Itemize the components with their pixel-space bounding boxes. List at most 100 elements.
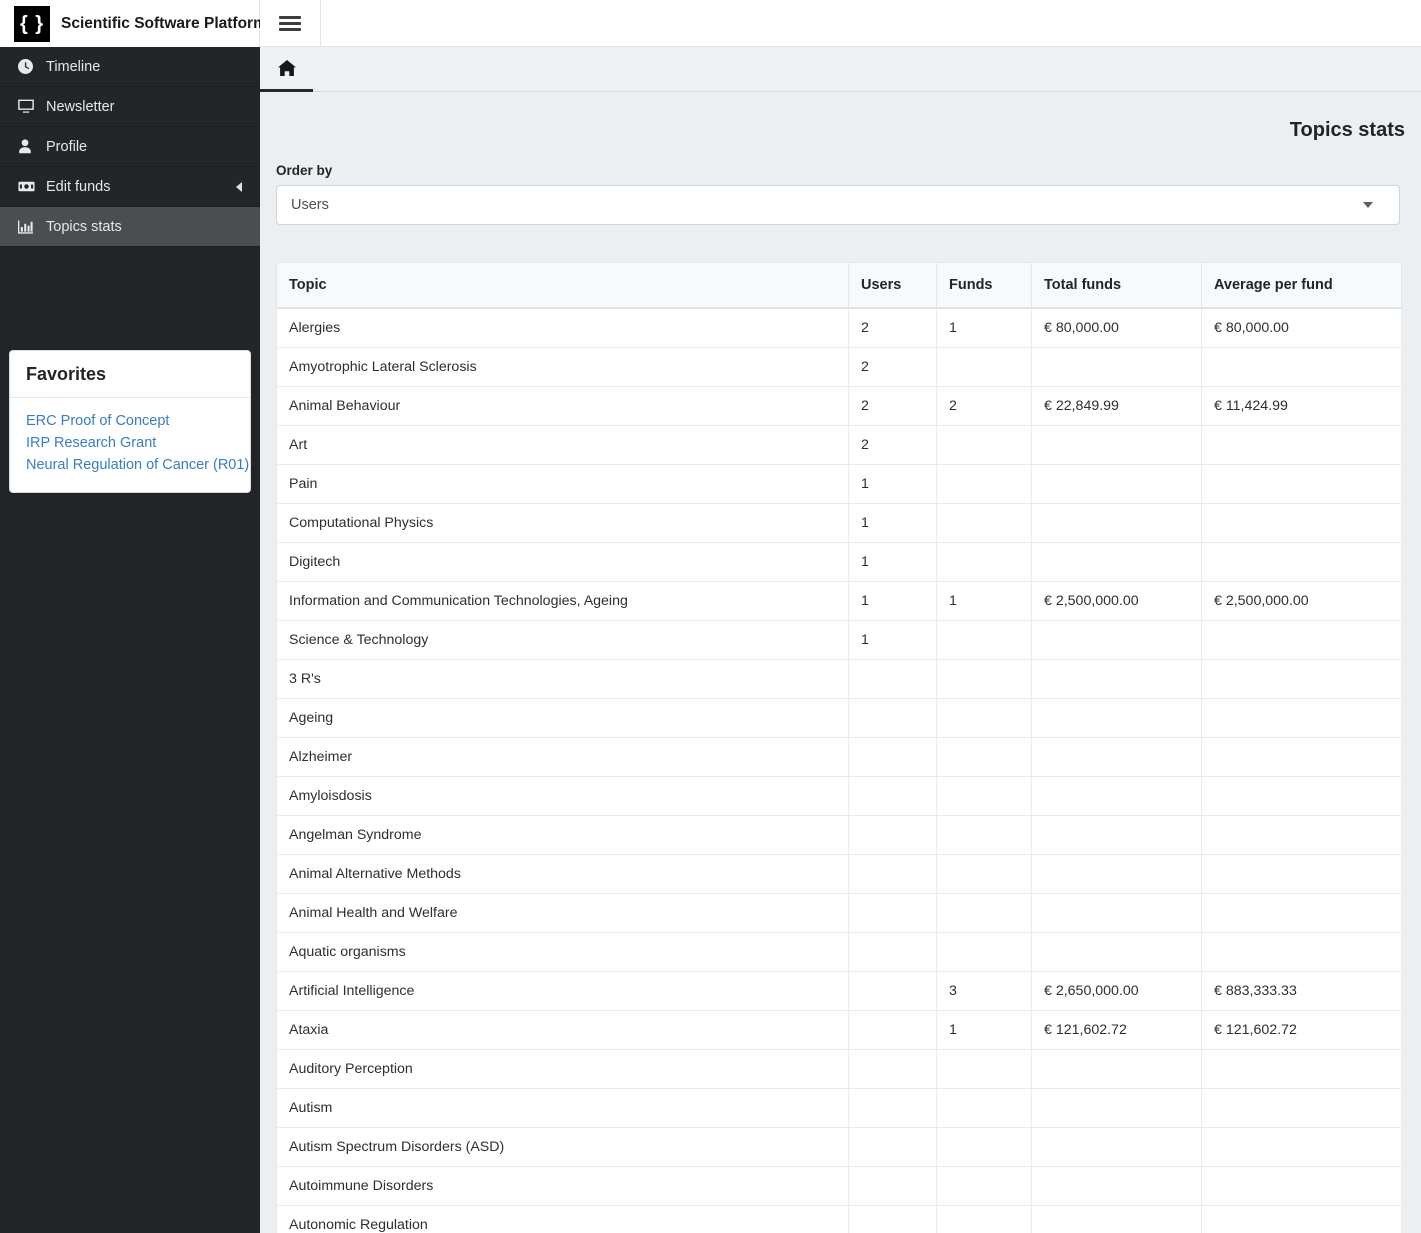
table-body: Alergies 2 1 € 80,000.00 € 80,000.00 Amyotrop… <box>276 307 1402 1233</box>
cell-users: 2 <box>848 425 937 465</box>
cell-funds <box>936 698 1032 738</box>
cell-total-funds <box>1031 503 1202 543</box>
cell-topic: Digitech <box>276 542 849 582</box>
cell-total-funds <box>1031 737 1202 777</box>
table-row[interactable]: Digitech 1 <box>276 542 1402 582</box>
tab-home[interactable] <box>260 47 313 92</box>
user-icon <box>18 139 40 154</box>
table-row[interactable]: 3 R's <box>276 659 1402 699</box>
sidebar-item-label: Newsletter <box>46 98 115 115</box>
table-row[interactable]: Art 2 <box>276 425 1402 465</box>
cell-average-per-fund <box>1201 776 1402 816</box>
cell-funds <box>936 464 1032 504</box>
table-row[interactable]: Pain 1 <box>276 464 1402 504</box>
column-header-users[interactable]: Users <box>848 262 937 309</box>
cell-funds: 1 <box>936 581 1032 621</box>
table-row[interactable]: Science & Technology 1 <box>276 620 1402 660</box>
cell-average-per-fund <box>1201 542 1402 582</box>
cell-average-per-fund <box>1201 815 1402 855</box>
table-row[interactable]: Animal Alternative Methods <box>276 854 1402 894</box>
cell-topic: Amyloisdosis <box>276 776 849 816</box>
table-row[interactable]: Ataxia 1 € 121,602.72 € 121,602.72 <box>276 1010 1402 1050</box>
cell-funds <box>936 1127 1032 1167</box>
cell-average-per-fund <box>1201 893 1402 933</box>
brand-header[interactable]: { } Scientific Software Platform <box>0 0 267 47</box>
cell-total-funds <box>1031 659 1202 699</box>
table-row[interactable]: Alergies 2 1 € 80,000.00 € 80,000.00 <box>276 307 1402 348</box>
cell-users <box>848 932 937 972</box>
table-row[interactable]: Amyotrophic Lateral Sclerosis 2 <box>276 347 1402 387</box>
column-header-average-per-fund[interactable]: Average per fund <box>1201 262 1402 309</box>
cell-funds: 1 <box>936 1010 1032 1050</box>
table-row[interactable]: Aquatic organisms <box>276 932 1402 972</box>
cell-topic: Ataxia <box>276 1010 849 1050</box>
sidebar-item-newsletter[interactable]: Newsletter <box>0 87 260 127</box>
cell-average-per-fund: € 11,424.99 <box>1201 386 1402 426</box>
cell-users: 1 <box>848 542 937 582</box>
table-row[interactable]: Autoimmune Disorders <box>276 1166 1402 1206</box>
cell-users <box>848 1010 937 1050</box>
cell-users <box>848 1127 937 1167</box>
cell-total-funds: € 2,500,000.00 <box>1031 581 1202 621</box>
sidebar: { } Scientific Software Platform Timelin… <box>0 0 267 1233</box>
favorite-link[interactable]: IRP Research Grant <box>26 432 234 454</box>
favorite-link[interactable]: ERC Proof of Concept <box>26 410 234 432</box>
hamburger-icon[interactable] <box>260 0 321 46</box>
cell-funds <box>936 1049 1032 1089</box>
main-content: Topics stats Order by Users Topic Users … <box>260 92 1421 1233</box>
table-row[interactable]: Autism <box>276 1088 1402 1128</box>
cell-average-per-fund <box>1201 698 1402 738</box>
cell-total-funds <box>1031 542 1202 582</box>
table-row[interactable]: Auditory Perception <box>276 1049 1402 1089</box>
cell-total-funds <box>1031 1088 1202 1128</box>
cell-funds <box>936 347 1032 387</box>
table-row[interactable]: Angelman Syndrome <box>276 815 1402 855</box>
table-row[interactable]: Ageing <box>276 698 1402 738</box>
order-by-select[interactable]: Users <box>276 185 1400 225</box>
cell-users: 1 <box>848 464 937 504</box>
cell-users <box>848 1166 937 1206</box>
cell-funds <box>936 932 1032 972</box>
top-navbar <box>260 0 1421 47</box>
cell-funds <box>936 893 1032 933</box>
cell-total-funds <box>1031 854 1202 894</box>
column-header-funds[interactable]: Funds <box>936 262 1032 309</box>
table-row[interactable]: Information and Communication Technologi… <box>276 581 1402 621</box>
cell-users <box>848 815 937 855</box>
column-header-topic[interactable]: Topic <box>276 262 849 309</box>
cell-users: 1 <box>848 503 937 543</box>
table-row[interactable]: Animal Behaviour 2 2 € 22,849.99 € 11,424.99 <box>276 386 1402 426</box>
cell-average-per-fund <box>1201 1127 1402 1167</box>
cell-topic: Animal Behaviour <box>276 386 849 426</box>
order-by-selected-value: Users <box>291 197 329 213</box>
sidebar-item-timeline[interactable]: Timeline <box>0 47 260 87</box>
hamburger-bars <box>279 13 301 34</box>
bar-chart-icon <box>18 219 40 234</box>
cell-total-funds <box>1031 1049 1202 1089</box>
cell-average-per-fund: € 80,000.00 <box>1201 307 1402 348</box>
column-header-total-funds[interactable]: Total funds <box>1031 262 1202 309</box>
cell-funds <box>936 1205 1032 1233</box>
table-row[interactable]: Animal Health and Welfare <box>276 893 1402 933</box>
sidebar-item-label: Topics stats <box>46 218 122 235</box>
table-row[interactable]: Autonomic Regulation <box>276 1205 1402 1233</box>
cell-topic: Art <box>276 425 849 465</box>
table-row[interactable]: Artificial Intelligence 3 € 2,650,000.00 € … <box>276 971 1402 1011</box>
sidebar-item-edit-funds[interactable]: Edit funds <box>0 167 260 207</box>
sidebar-item-profile[interactable]: Profile <box>0 127 260 167</box>
cell-funds: 3 <box>936 971 1032 1011</box>
table-row[interactable]: Alzheimer <box>276 737 1402 777</box>
cell-topic: Angelman Syndrome <box>276 815 849 855</box>
cell-total-funds <box>1031 1205 1202 1233</box>
table-row[interactable]: Amyloisdosis <box>276 776 1402 816</box>
cell-users <box>848 698 937 738</box>
cell-total-funds <box>1031 815 1202 855</box>
favorites-card: Favorites ERC Proof of Concept IRP Resea… <box>9 350 251 493</box>
sidebar-item-topics-stats[interactable]: Topics stats <box>0 207 260 247</box>
favorite-link[interactable]: Neural Regulation of Cancer (R01) <box>26 454 249 476</box>
cell-users: 1 <box>848 581 937 621</box>
cell-topic: Autoimmune Disorders <box>276 1166 849 1206</box>
cell-funds: 1 <box>936 307 1032 348</box>
table-row[interactable]: Computational Physics 1 <box>276 503 1402 543</box>
table-row[interactable]: Autism Spectrum Disorders (ASD) <box>276 1127 1402 1167</box>
